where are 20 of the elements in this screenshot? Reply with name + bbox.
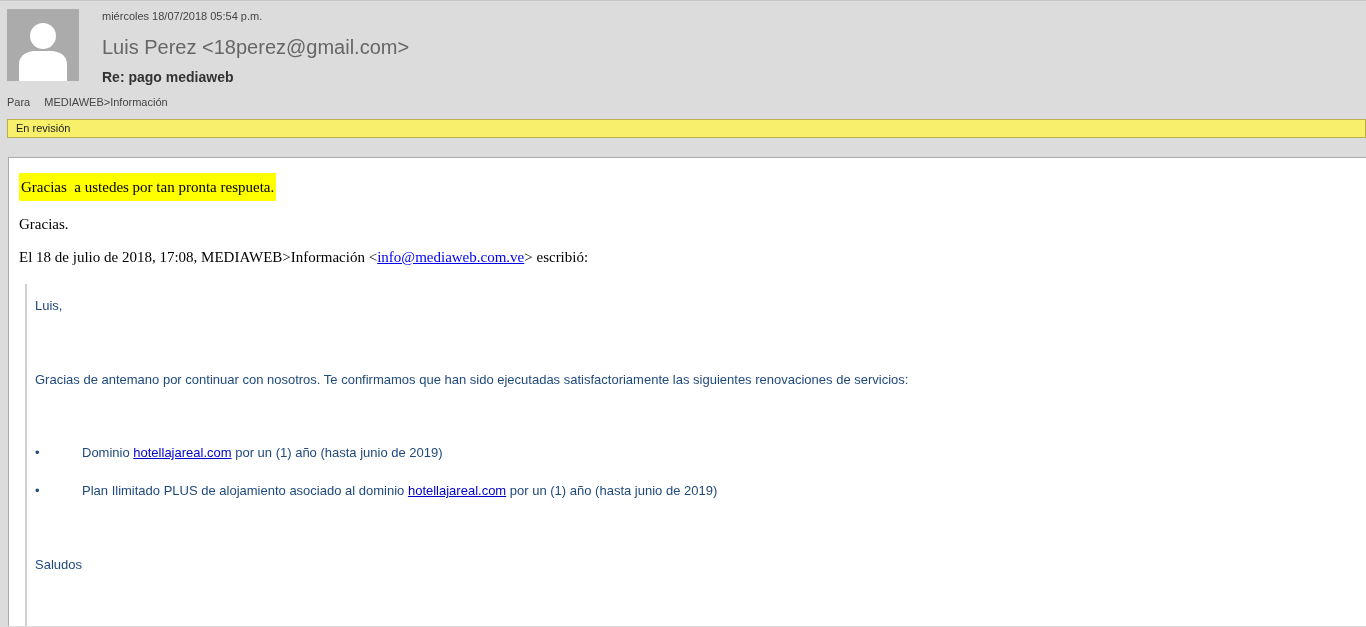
attribution-line: El 18 de julio de 2018, 17:08, MEDIAWEB>Información <info@mediaweb.com.ve> escribió:: [19, 248, 589, 266]
email-date: miércoles 18/07/2018 05:54 p.m.: [102, 9, 264, 23]
list-item-text: Plan Ilimitado PLUS de alojamiento asociado al dominio hotellajareal.com por un (1) año (hasta junio de 2019): [82, 483, 718, 499]
quote-greeting: Luis,: [35, 298, 63, 314]
bullet-mark: •: [35, 483, 41, 499]
highlighted-message: Gracias a ustedes por tan pronta respueta.: [19, 173, 277, 201]
quote-closing: Saludos: [35, 557, 82, 573]
email-subject: Re: pago mediaweb: [102, 68, 235, 86]
quote-paragraph: Gracias de antemano por continuar con nosotros. Te confirmamos que han sido ejecutadas satisfactoriamente las siguientes renovaciones de servicios:: [35, 372, 909, 388]
recipient: MEDIAWEB>Información: [44, 95, 168, 110]
to-label: Para: [7, 95, 31, 110]
bullet-mark: •: [35, 445, 41, 461]
email-sender: Luis Perez <18perez@gmail.com>: [102, 35, 410, 60]
email-link[interactable]: hotellajareal.com: [133, 445, 232, 460]
list-item-text: Dominio hotellajareal.com por un (1) año (hasta junio de 2019): [82, 445, 443, 461]
email-link[interactable]: info@mediaweb.com.ve: [377, 249, 525, 265]
flag-banner: En revisión: [7, 118, 1366, 138]
message-text: Gracias.: [19, 215, 69, 233]
email-link[interactable]: hotellajareal.com: [407, 483, 507, 498]
avatar-silhouette-icon: [7, 9, 79, 81]
